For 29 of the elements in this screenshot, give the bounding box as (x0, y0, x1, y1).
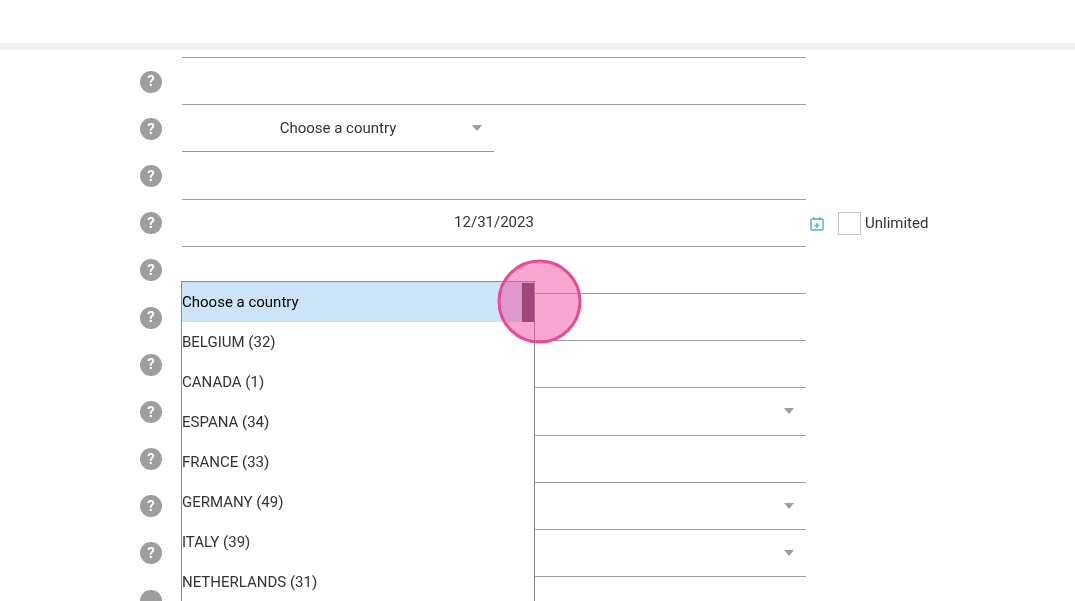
help-icon[interactable]: ? (140, 70, 162, 93)
dropdown-option[interactable]: CANADA (1) (182, 362, 534, 402)
caret-icon (472, 125, 482, 132)
dropdown-option[interactable]: ESPANA (34) (182, 402, 534, 442)
help-icon[interactable]: ? (140, 400, 162, 423)
help-icon[interactable]: ? (140, 259, 162, 282)
help-icon[interactable]: ? (140, 212, 162, 235)
dropdown-option[interactable]: Choose a country (182, 282, 534, 322)
help-icon[interactable]: ? (140, 495, 162, 518)
calendar-icon[interactable] (810, 215, 824, 231)
caret-icon (784, 408, 794, 415)
dropdown-option[interactable]: GERMANY (49) (182, 482, 534, 522)
select-field[interactable]: Choose a country (182, 105, 494, 153)
help-icon[interactable]: ? (140, 542, 162, 565)
help-icon[interactable]: ? (140, 306, 162, 329)
caret-icon (784, 549, 794, 556)
help-icon[interactable]: ? (140, 448, 162, 471)
checkbox-label: Unlimited (865, 212, 929, 234)
checkbox[interactable] (838, 211, 861, 235)
date-field[interactable]: 12/31/2023 (182, 199, 806, 247)
dropdown-option[interactable]: FRANCE (33) (182, 442, 534, 482)
dropdown-option[interactable]: BELGIUM (32) (182, 322, 534, 362)
select-value: Choose a country (278, 118, 398, 140)
dropdown-option[interactable]: NETHERLANDS (31) (182, 562, 534, 601)
dropdown-option[interactable]: ITALY (39) (182, 522, 534, 562)
caret-icon (784, 502, 794, 509)
help-icon[interactable]: ? (140, 353, 162, 376)
help-icon[interactable]: ? (140, 164, 162, 187)
help-icon[interactable]: ? (140, 117, 162, 140)
